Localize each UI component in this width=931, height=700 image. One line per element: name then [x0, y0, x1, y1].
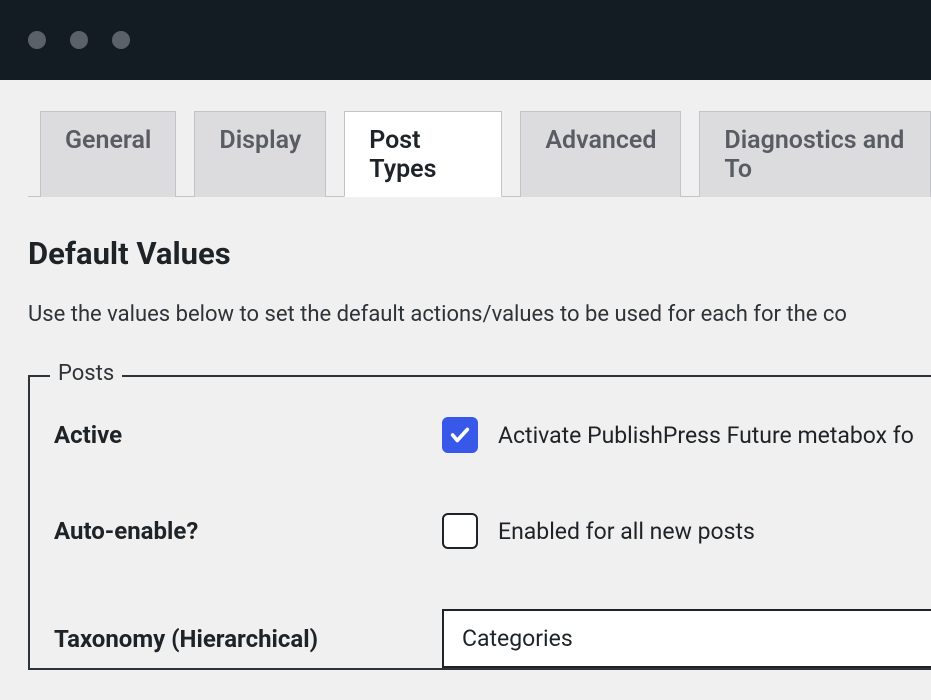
section-title: Default Values	[28, 235, 931, 272]
checkbox-label-auto-enable: Enabled for all new posts	[498, 518, 755, 545]
label-active: Active	[54, 421, 442, 449]
maximize-traffic-light[interactable]	[112, 31, 130, 49]
tab-post-types[interactable]: Post Types	[344, 111, 502, 197]
tab-diagnostics[interactable]: Diagnostics and To	[699, 111, 931, 197]
check-icon	[449, 424, 471, 446]
checkbox-label-active: Activate PublishPress Future metabox fo	[498, 422, 914, 449]
window-title-bar	[0, 0, 931, 80]
tab-general[interactable]: General	[40, 111, 176, 197]
row-active: Active Activate PublishPress Future meta…	[30, 377, 931, 453]
content-area: General Display Post Types Advanced Diag…	[0, 110, 931, 670]
control-taxonomy: Categories	[442, 609, 931, 668]
tab-advanced[interactable]: Advanced	[520, 111, 681, 197]
row-auto-enable: Auto-enable? Enabled for all new posts	[30, 453, 931, 549]
control-active: Activate PublishPress Future metabox fo	[442, 417, 914, 453]
checkbox-active[interactable]	[442, 417, 478, 453]
section-description: Use the values below to set the default …	[28, 302, 931, 327]
control-auto-enable: Enabled for all new posts	[442, 513, 755, 549]
label-taxonomy: Taxonomy (Hierarchical)	[54, 625, 442, 653]
minimize-traffic-light[interactable]	[70, 31, 88, 49]
fieldset-legend: Posts	[50, 361, 122, 386]
select-taxonomy[interactable]: Categories	[442, 609, 931, 668]
label-auto-enable: Auto-enable?	[54, 517, 442, 545]
posts-fieldset: Posts Active Activate PublishPress Futur…	[28, 375, 931, 670]
row-taxonomy: Taxonomy (Hierarchical) Categories	[30, 549, 931, 668]
tab-display[interactable]: Display	[194, 111, 326, 197]
tabs-nav: General Display Post Types Advanced Diag…	[28, 110, 931, 197]
close-traffic-light[interactable]	[28, 31, 46, 49]
checkbox-auto-enable[interactable]	[442, 513, 478, 549]
